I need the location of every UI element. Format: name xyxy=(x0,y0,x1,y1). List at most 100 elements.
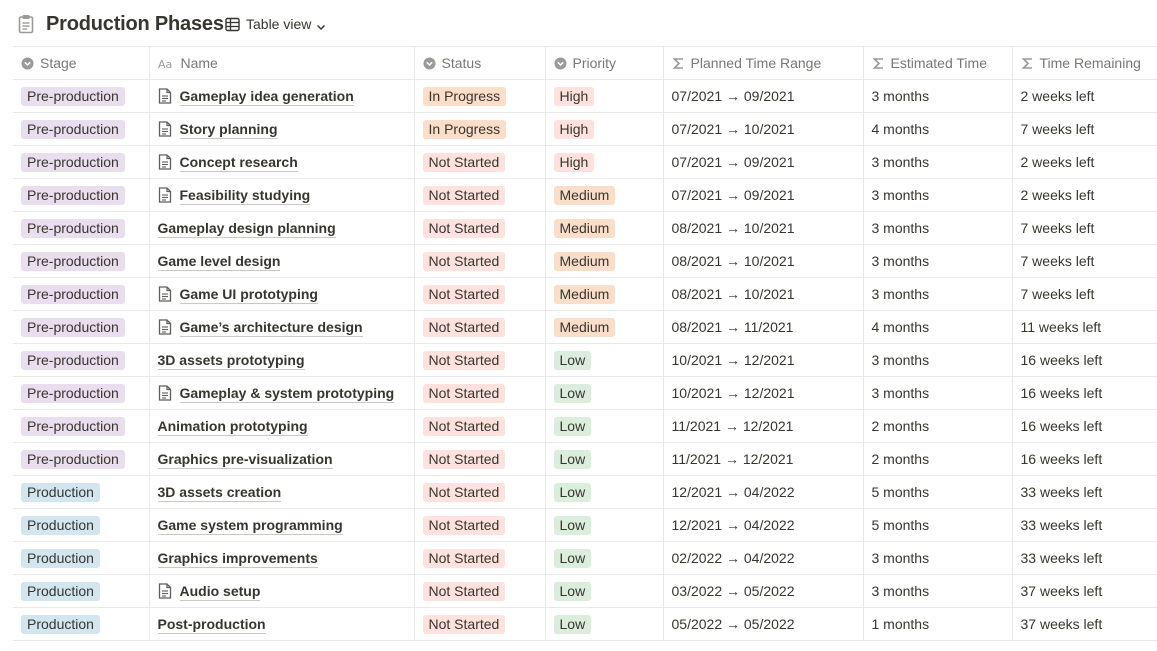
table-row[interactable]: Pre-production Gameplay & system prototyp… xyxy=(13,376,1157,410)
remaining-cell[interactable]: 16 weeks left xyxy=(1012,376,1157,410)
row-title-link[interactable]: Game’s architecture design xyxy=(179,318,363,337)
view-switcher-button[interactable]: Table view xyxy=(225,14,326,34)
table-row[interactable]: Pre-production Gameplay idea generation In… xyxy=(13,79,1157,113)
priority-cell[interactable]: Medium xyxy=(545,277,664,311)
stage-cell[interactable]: Pre-production xyxy=(13,442,150,476)
status-cell[interactable]: Not Started xyxy=(414,508,546,542)
status-cell[interactable]: Not Started xyxy=(414,475,546,509)
status-cell[interactable]: Not Started xyxy=(414,442,546,476)
planned-cell[interactable]: 08/2021 → 11/2021 xyxy=(663,310,864,344)
estimated-cell[interactable]: 3 months xyxy=(863,376,1013,410)
remaining-cell[interactable]: 37 weeks left xyxy=(1012,574,1157,608)
estimated-cell[interactable]: 5 months xyxy=(863,475,1013,509)
stage-cell[interactable]: Pre-production xyxy=(13,277,150,311)
remaining-cell[interactable]: 33 weeks left xyxy=(1012,508,1157,542)
remaining-cell[interactable]: 33 weeks left xyxy=(1012,541,1157,575)
name-cell[interactable]: Gameplay design planning xyxy=(149,211,415,245)
column-header-status[interactable]: Status xyxy=(414,46,546,80)
row-title-link[interactable]: Graphics improvements xyxy=(157,549,318,568)
column-header-name[interactable]: Aa Name xyxy=(149,46,415,80)
estimated-cell[interactable]: 2 months xyxy=(863,409,1013,443)
stage-cell[interactable]: Pre-production xyxy=(13,310,150,344)
name-cell[interactable]: 3D assets creation xyxy=(149,475,415,509)
priority-cell[interactable]: Low xyxy=(545,574,664,608)
remaining-cell[interactable]: 11 weeks left xyxy=(1012,310,1157,344)
row-title-link[interactable]: 3D assets creation xyxy=(157,483,282,502)
remaining-cell[interactable]: 7 weeks left xyxy=(1012,112,1157,146)
planned-cell[interactable]: 11/2021 → 12/2021 xyxy=(663,442,864,476)
remaining-cell[interactable]: 16 weeks left xyxy=(1012,409,1157,443)
estimated-cell[interactable]: 3 months xyxy=(863,211,1013,245)
planned-cell[interactable]: 08/2021 → 10/2021 xyxy=(663,211,864,245)
stage-cell[interactable]: Pre-production xyxy=(13,409,150,443)
column-header-planned[interactable]: Planned Time Range xyxy=(663,46,864,80)
stage-cell[interactable]: Pre-production xyxy=(13,79,150,113)
estimated-cell[interactable]: 3 months xyxy=(863,343,1013,377)
status-cell[interactable]: Not Started xyxy=(414,244,546,278)
estimated-cell[interactable]: 3 months xyxy=(863,79,1013,113)
status-cell[interactable]: Not Started xyxy=(414,277,546,311)
status-cell[interactable]: Not Started xyxy=(414,178,546,212)
column-header-remaining[interactable]: Time Remaining xyxy=(1012,46,1157,80)
estimated-cell[interactable]: 3 months xyxy=(863,574,1013,608)
table-row[interactable]: Pre-production Concept research Not Starte… xyxy=(13,145,1157,179)
row-title-link[interactable]: Feasibility studying xyxy=(179,186,311,205)
row-title-link[interactable]: Audio setup xyxy=(179,582,261,601)
priority-cell[interactable]: High xyxy=(545,112,664,146)
row-title-link[interactable]: Game system programming xyxy=(157,516,343,535)
planned-cell[interactable]: 07/2021 → 09/2021 xyxy=(663,79,864,113)
status-cell[interactable]: Not Started xyxy=(414,376,546,410)
column-header-stage[interactable]: Stage xyxy=(13,46,150,80)
row-title-link[interactable]: Animation prototyping xyxy=(157,417,308,436)
priority-cell[interactable]: Low xyxy=(545,409,664,443)
remaining-cell[interactable]: 37 weeks left xyxy=(1012,607,1157,641)
priority-cell[interactable]: Low xyxy=(545,442,664,476)
column-header-priority[interactable]: Priority xyxy=(545,46,664,80)
planned-cell[interactable]: 10/2021 → 12/2021 xyxy=(663,376,864,410)
table-row[interactable]: Pre-production Game UI prototyping Not Sta… xyxy=(13,277,1157,311)
table-row[interactable]: Pre-production Gameplay design planning No… xyxy=(13,211,1157,245)
estimated-cell[interactable]: 3 months xyxy=(863,145,1013,179)
table-row[interactable]: Pre-production Game level design Not Start… xyxy=(13,244,1157,278)
planned-cell[interactable]: 08/2021 → 10/2021 xyxy=(663,277,864,311)
row-title-link[interactable]: Graphics pre-visualization xyxy=(157,450,333,469)
estimated-cell[interactable]: 1 months xyxy=(863,607,1013,641)
estimated-cell[interactable]: 5 months xyxy=(863,508,1013,542)
stage-cell[interactable]: Production xyxy=(13,508,150,542)
table-row[interactable]: Pre-production Feasibility studying Not St… xyxy=(13,178,1157,212)
planned-cell[interactable]: 03/2022 → 05/2022 xyxy=(663,574,864,608)
stage-cell[interactable]: Pre-production xyxy=(13,376,150,410)
estimated-cell[interactable]: 2 months xyxy=(863,442,1013,476)
table-row[interactable]: Production Graphics improvements Not Start… xyxy=(13,541,1157,575)
name-cell[interactable]: Concept research xyxy=(149,145,415,179)
status-cell[interactable]: In Progress xyxy=(414,112,546,146)
stage-cell[interactable]: Production xyxy=(13,541,150,575)
remaining-cell[interactable]: 16 weeks left xyxy=(1012,343,1157,377)
estimated-cell[interactable]: 3 months xyxy=(863,277,1013,311)
row-title-link[interactable]: Game UI prototyping xyxy=(179,285,318,304)
column-header-estimated[interactable]: Estimated Time xyxy=(863,46,1013,80)
priority-cell[interactable]: Low xyxy=(545,343,664,377)
name-cell[interactable]: Story planning xyxy=(149,112,415,146)
status-cell[interactable]: Not Started xyxy=(414,145,546,179)
status-cell[interactable]: Not Started xyxy=(414,607,546,641)
row-title-link[interactable]: Game level design xyxy=(157,252,281,271)
row-title-link[interactable]: Post-production xyxy=(157,615,266,634)
stage-cell[interactable]: Pre-production xyxy=(13,244,150,278)
remaining-cell[interactable]: 7 weeks left xyxy=(1012,211,1157,245)
row-title-link[interactable]: Concept research xyxy=(179,153,298,172)
priority-cell[interactable]: Low xyxy=(545,475,664,509)
name-cell[interactable]: Game system programming xyxy=(149,508,415,542)
status-cell[interactable]: Not Started xyxy=(414,409,546,443)
stage-cell[interactable]: Production xyxy=(13,574,150,608)
table-row[interactable]: Pre-production Game’s architecture design… xyxy=(13,310,1157,344)
table-row[interactable]: Pre-production Story planning In Progress H… xyxy=(13,112,1157,146)
priority-cell[interactable]: Low xyxy=(545,508,664,542)
name-cell[interactable]: Game’s architecture design xyxy=(149,310,415,344)
priority-cell[interactable]: Medium xyxy=(545,178,664,212)
priority-cell[interactable]: Low xyxy=(545,376,664,410)
planned-cell[interactable]: 10/2021 → 12/2021 xyxy=(663,343,864,377)
planned-cell[interactable]: 07/2021 → 09/2021 xyxy=(663,178,864,212)
row-title-link[interactable]: Story planning xyxy=(179,120,278,139)
priority-cell[interactable]: High xyxy=(545,145,664,179)
